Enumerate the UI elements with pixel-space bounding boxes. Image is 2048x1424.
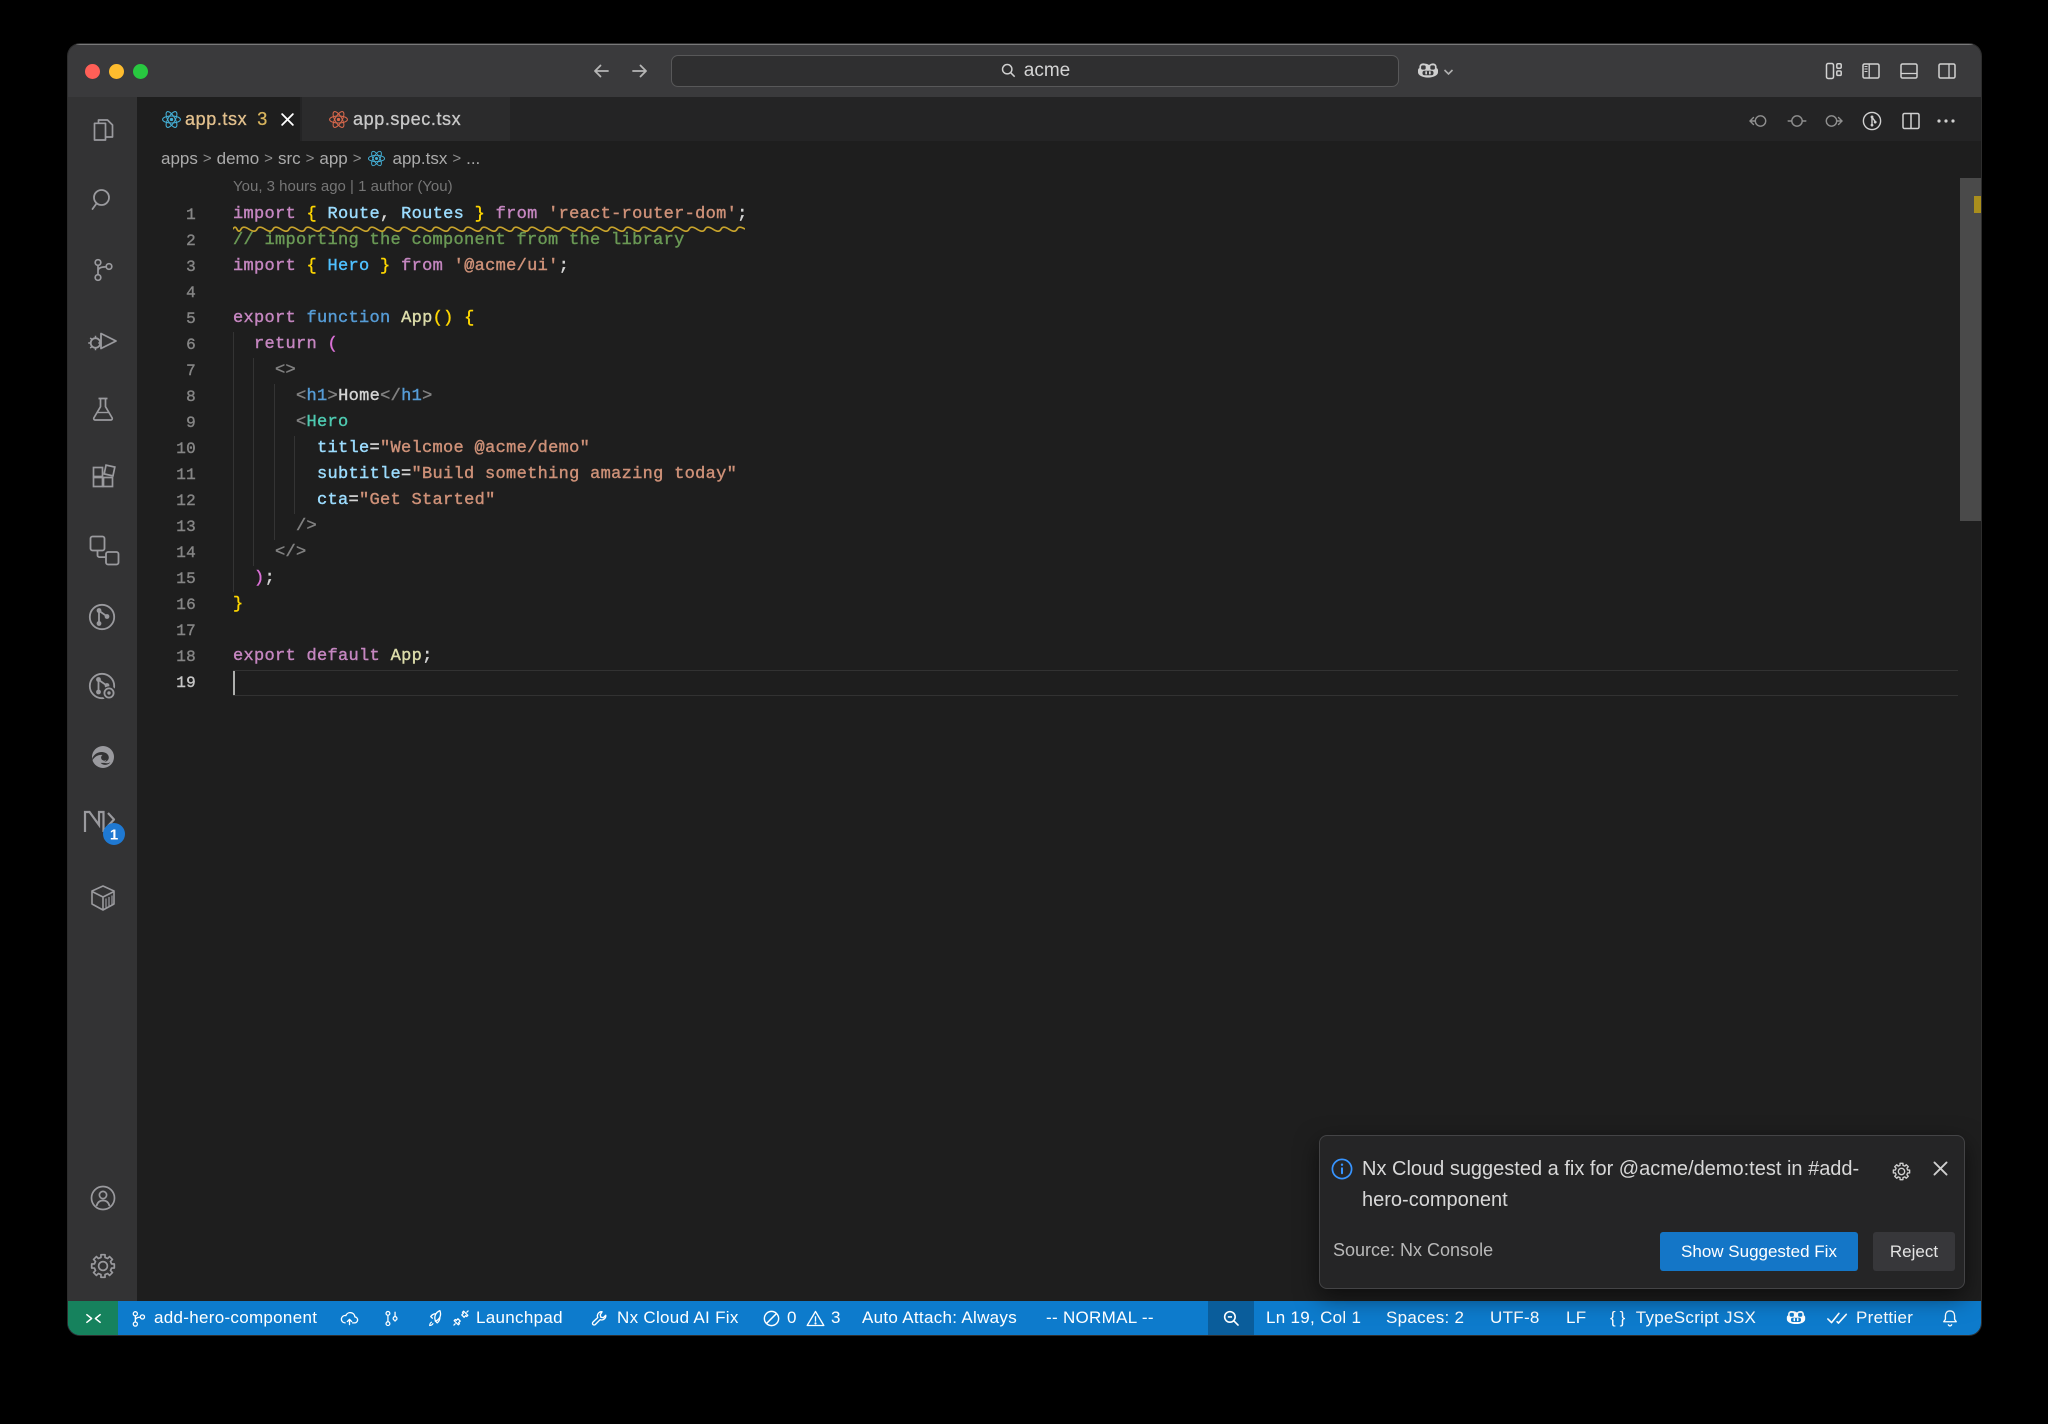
svg-text:1: 1 — [109, 827, 117, 844]
